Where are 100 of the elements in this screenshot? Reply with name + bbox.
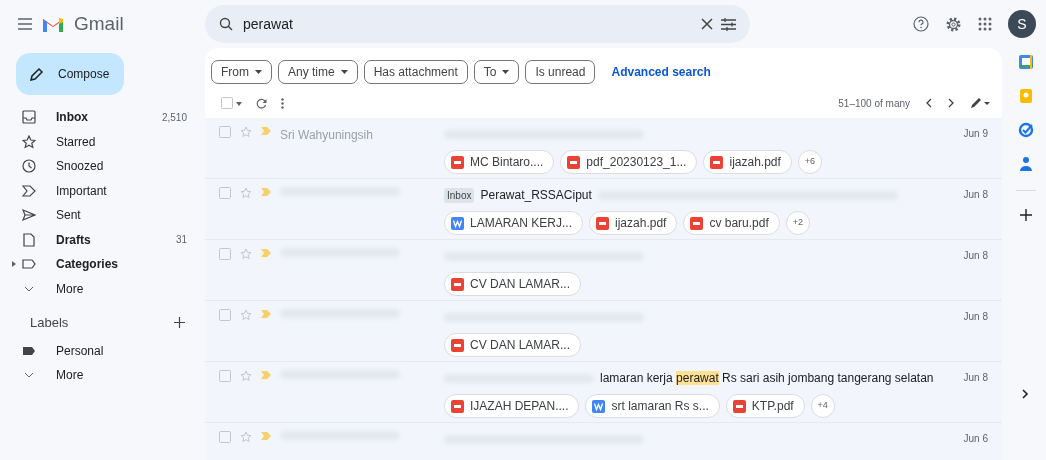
search-field[interactable]: perawat bbox=[241, 12, 693, 36]
previous-icon[interactable] bbox=[926, 98, 932, 108]
email-row[interactable]: Sri Wahyuningsih MC Bintaro.... pdf_20230123_1... ijazah.pdf +6 Jun 9 bbox=[205, 118, 1002, 179]
sidebar-item[interactable]: Sent bbox=[0, 203, 205, 228]
search-bar[interactable]: perawat bbox=[205, 5, 750, 43]
sidebar-item[interactable]: Categories bbox=[0, 252, 205, 277]
tasks-icon[interactable] bbox=[1017, 122, 1034, 138]
attachment-chip[interactable]: KTP.pdf bbox=[725, 394, 805, 418]
sidebar-item[interactable]: Starred bbox=[0, 129, 205, 154]
sidebar-item[interactable]: Snoozed bbox=[0, 154, 205, 179]
filter-chip[interactable]: Any time bbox=[278, 60, 358, 84]
checkbox[interactable] bbox=[219, 187, 231, 199]
account-avatar[interactable]: S bbox=[1008, 10, 1036, 38]
document-icon bbox=[451, 216, 464, 230]
attachment-chip[interactable]: CV DAN LAMAR... bbox=[444, 333, 582, 357]
importance-marker-icon[interactable] bbox=[261, 126, 271, 136]
sidebar-item[interactable]: Drafts 31 bbox=[0, 227, 205, 252]
star-icon[interactable] bbox=[240, 431, 252, 443]
sidebar-item[interactable]: Personal bbox=[0, 338, 205, 363]
attachment-chip[interactable]: ijazah.pdf bbox=[589, 211, 678, 235]
email-date: Jun 9 bbox=[962, 127, 988, 141]
star-icon[interactable] bbox=[240, 370, 252, 382]
importance-marker-icon[interactable] bbox=[261, 431, 271, 441]
email-row[interactable]: Inbox Perawat_RSSACiput LAMARAN KERJ... ijazah.pdf cv baru.pdf +2 Jun 8 bbox=[205, 179, 1002, 240]
advanced-search-link[interactable]: Advanced search bbox=[611, 63, 711, 81]
importance-marker-icon[interactable] bbox=[261, 370, 271, 380]
attachment-chip[interactable]: pdf_20230123_1... bbox=[560, 150, 698, 174]
email-row[interactable]: lamaran kerja perawat Rs sari asih jombang tangerang selatan IJAZAH DEPAN.... srt lamaran Rs s... KTP.pdf +4 Jun 8 bbox=[205, 362, 1002, 423]
attachment-chip[interactable]: CV DAN LAMAR... bbox=[444, 272, 582, 296]
attachment-chip[interactable]: MC Bintaro.... bbox=[444, 150, 555, 174]
attachment-chip[interactable]: IJAZAH DEPAN.... bbox=[444, 394, 580, 418]
compose-button[interactable]: Compose bbox=[16, 53, 124, 95]
unread-count: 31 bbox=[175, 233, 187, 248]
inbox-tag: Inbox bbox=[444, 187, 475, 203]
label-icon bbox=[22, 257, 36, 272]
more-attachments-badge[interactable]: +6 bbox=[797, 150, 822, 174]
filter-chip[interactable]: Has attachment bbox=[363, 60, 468, 84]
email-date: Jun 6 bbox=[962, 432, 988, 446]
search-icon[interactable] bbox=[219, 17, 233, 31]
expand-arrow-icon[interactable] bbox=[12, 261, 16, 268]
note-icon[interactable] bbox=[1017, 88, 1034, 104]
add-icon[interactable] bbox=[174, 317, 185, 329]
more-attachments-badge[interactable]: +2 bbox=[785, 211, 810, 235]
app-name: Gmail bbox=[74, 11, 124, 36]
refresh-icon[interactable] bbox=[256, 97, 267, 109]
person-icon[interactable] bbox=[1017, 156, 1034, 172]
filter-chip[interactable]: To bbox=[473, 60, 520, 84]
checkbox[interactable] bbox=[219, 309, 231, 321]
more-attachments-badge[interactable]: +4 bbox=[810, 394, 835, 418]
importance-marker-icon[interactable] bbox=[261, 187, 271, 197]
apps-icon[interactable] bbox=[978, 17, 992, 31]
email-date: Jun 8 bbox=[962, 188, 988, 202]
email-row[interactable]: CV DAN LAMAR... Jun 8 bbox=[205, 240, 1002, 301]
more-options-icon[interactable] bbox=[281, 97, 284, 109]
email-date: Jun 8 bbox=[962, 371, 988, 385]
menu-icon[interactable] bbox=[18, 18, 32, 30]
close-icon[interactable] bbox=[701, 18, 713, 30]
pdf-icon bbox=[451, 155, 464, 169]
filter-chip[interactable]: Is unread bbox=[525, 60, 596, 84]
calendar-icon[interactable] bbox=[1017, 54, 1034, 70]
settings-icon[interactable] bbox=[945, 15, 962, 33]
star-icon[interactable] bbox=[240, 187, 252, 199]
pen-dropdown-icon[interactable] bbox=[970, 97, 990, 109]
email-subject: Perawat_RSSACiput bbox=[480, 187, 592, 204]
pdf-icon bbox=[567, 155, 581, 169]
expand-panel-icon[interactable] bbox=[1022, 389, 1029, 399]
clock-icon bbox=[22, 159, 36, 174]
attachment-chip[interactable]: srt lamaran Rs s... bbox=[585, 394, 720, 418]
sidebar-item[interactable]: Inbox 2,510 bbox=[0, 105, 205, 130]
checkbox[interactable] bbox=[219, 126, 231, 138]
pdf-icon bbox=[451, 277, 464, 291]
caret-icon bbox=[255, 70, 262, 74]
email-snippet: lamaran kerja perawat Rs sari asih jombang tangerang selatan bbox=[600, 370, 934, 387]
logo-icon[interactable] bbox=[42, 15, 64, 33]
attachment-chip[interactable]: ijazah.pdf bbox=[703, 150, 792, 174]
section-heading: Labels bbox=[30, 314, 69, 332]
checkbox[interactable] bbox=[219, 370, 231, 382]
sidebar-item[interactable]: Important bbox=[0, 178, 205, 203]
add-icon[interactable] bbox=[1019, 209, 1032, 221]
checkbox[interactable] bbox=[219, 431, 231, 443]
filter-chip[interactable]: From bbox=[211, 60, 272, 84]
sidebar-item[interactable]: More bbox=[0, 363, 205, 388]
star-icon[interactable] bbox=[240, 126, 252, 138]
help-icon[interactable] bbox=[913, 16, 929, 32]
star-icon bbox=[22, 134, 36, 149]
importance-marker-icon[interactable] bbox=[261, 248, 271, 258]
sidebar-item[interactable]: More bbox=[0, 276, 205, 301]
email-date: Jun 8 bbox=[962, 310, 988, 324]
filter-options-icon[interactable] bbox=[721, 17, 736, 31]
next-icon[interactable] bbox=[948, 98, 954, 108]
checkbox[interactable] bbox=[219, 248, 231, 260]
file-icon bbox=[22, 232, 36, 247]
email-row[interactable]: CV DAN LAMAR... Jun 8 bbox=[205, 301, 1002, 362]
star-icon[interactable] bbox=[240, 309, 252, 321]
checkbox[interactable] bbox=[221, 97, 242, 109]
attachment-chip[interactable]: cv baru.pdf bbox=[683, 211, 780, 235]
importance-marker-icon[interactable] bbox=[261, 309, 271, 319]
star-icon[interactable] bbox=[240, 248, 252, 260]
email-row[interactable]: Jun 6 bbox=[205, 423, 1002, 460]
attachment-chip[interactable]: LAMARAN KERJ... bbox=[444, 211, 584, 235]
